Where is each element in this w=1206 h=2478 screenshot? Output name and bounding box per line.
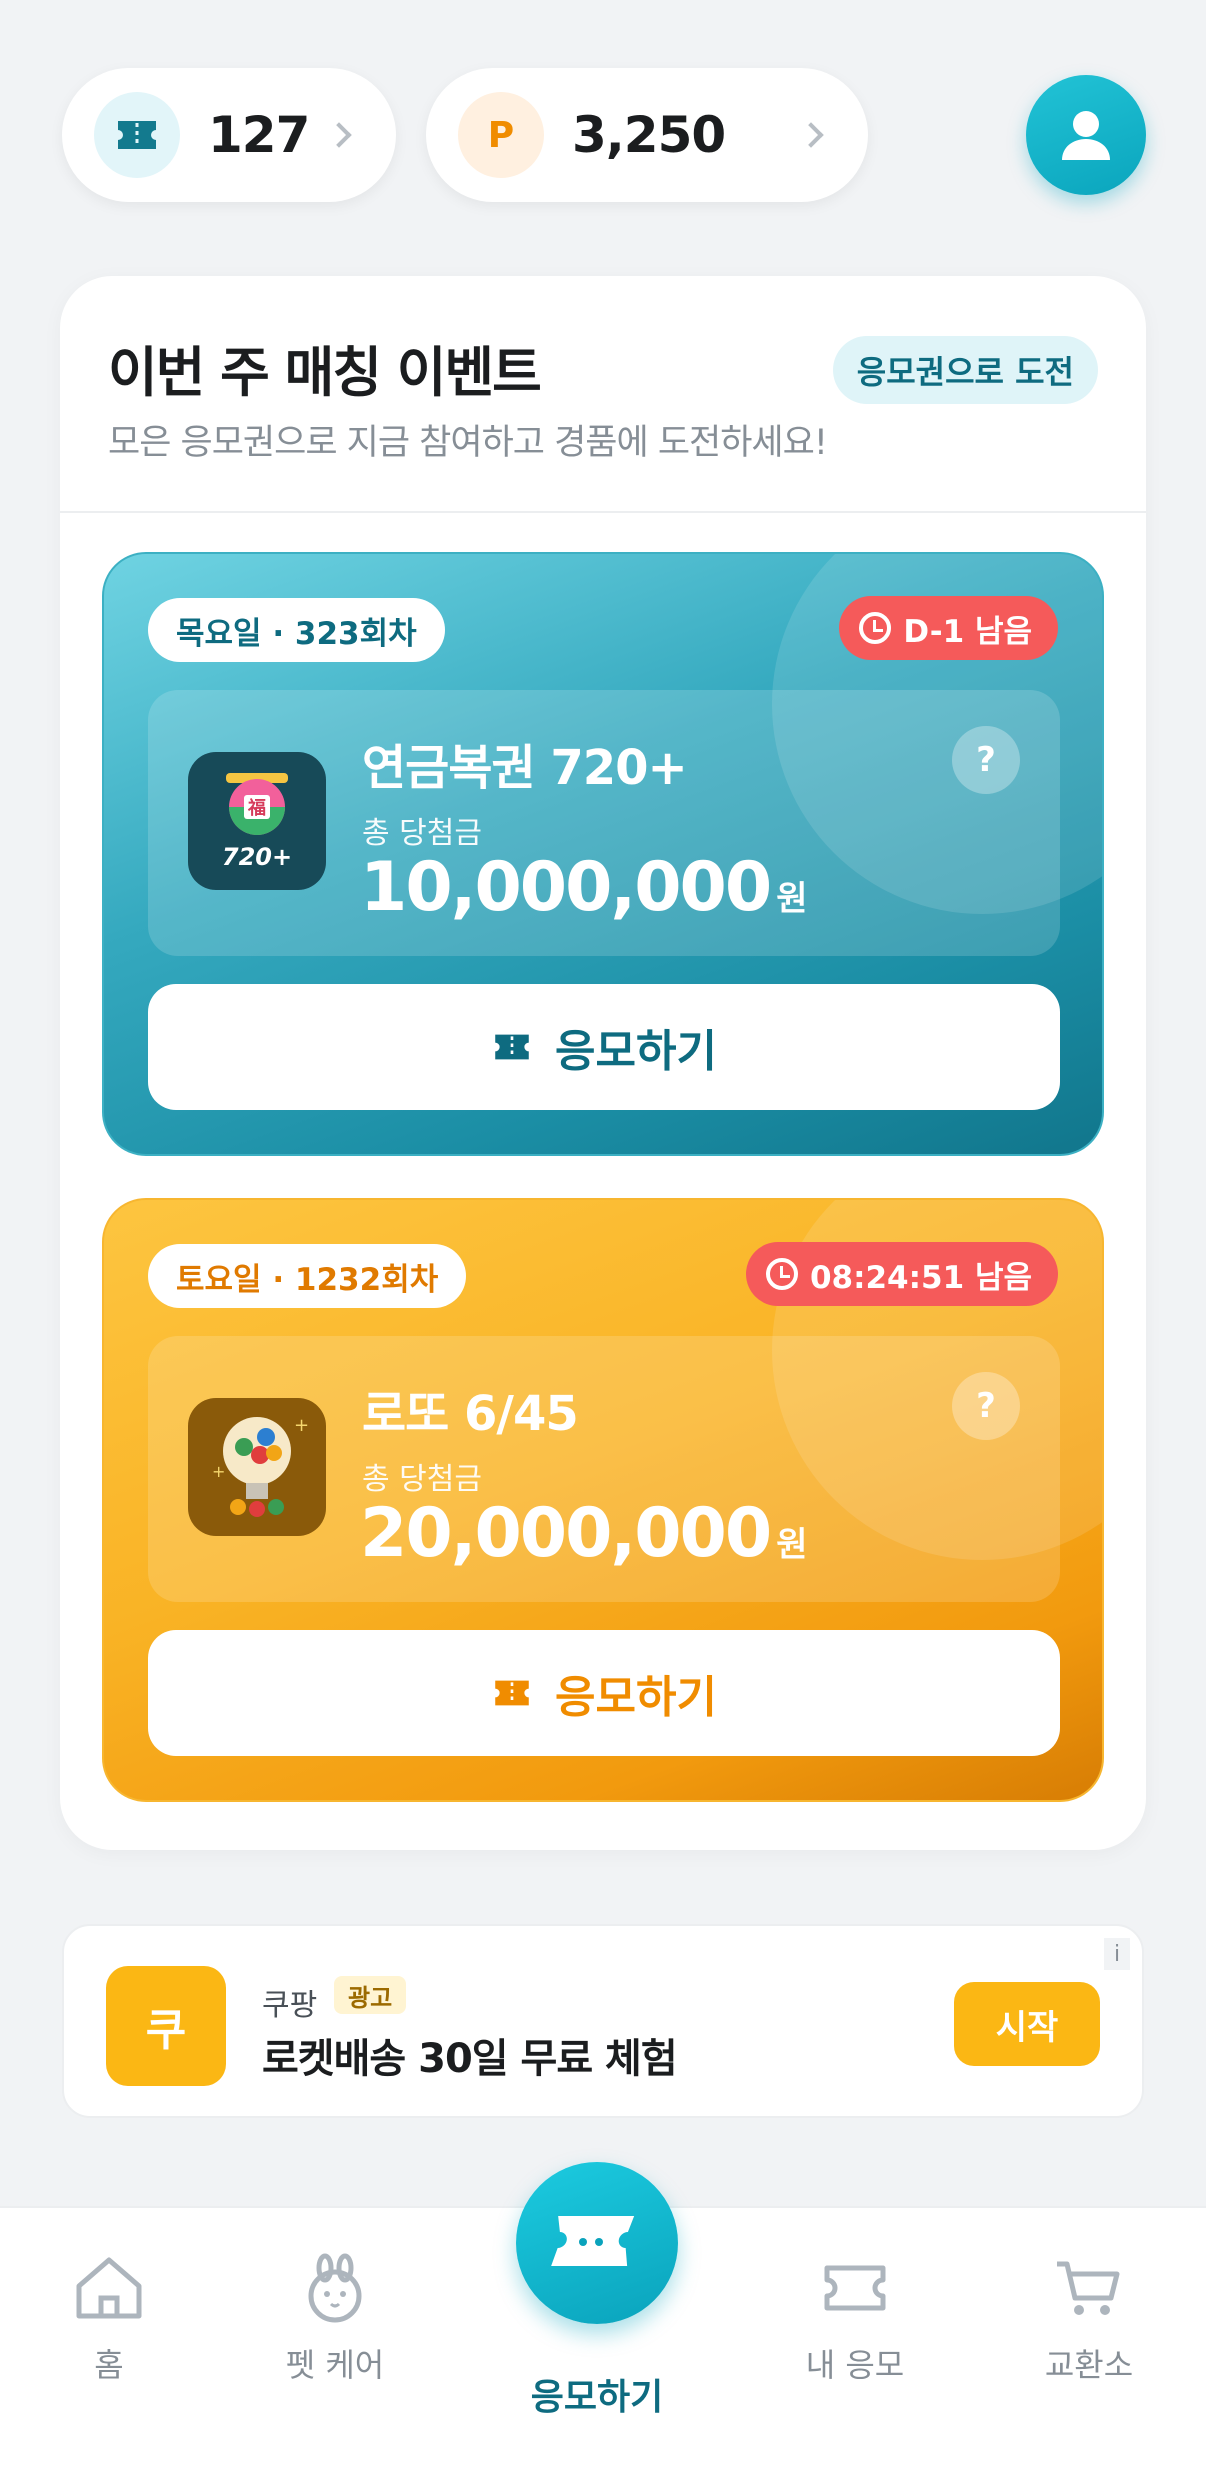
nav-home-label: 홈 [94, 2346, 124, 2384]
user-icon [1062, 111, 1110, 160]
lottery-info-box: + + 로또 6/45 총 당첨금 20,000,000 원 ? [148, 1336, 1060, 1602]
nav-pet-label: 펫 케어 [285, 2346, 385, 2384]
point-count: 3,250 [572, 106, 726, 164]
nav-home[interactable]: 홈 [14, 2252, 204, 2386]
remaining-time-text: 08:24:51 남음 [809, 1259, 1032, 1296]
chevron-right-icon [798, 122, 824, 148]
divider [60, 511, 1146, 513]
nav-my-label: 내 응모 [805, 2346, 905, 2384]
prize-value: 10,000,000 [360, 848, 772, 927]
ad-text: 로켓배송 30일 무료 체험 [262, 2036, 678, 2082]
prize-value: 20,000,000 [360, 1494, 772, 1573]
lotto645-apply-button[interactable]: 응모하기 [148, 1630, 1060, 1756]
nav-exchange[interactable]: 교환소 [994, 2252, 1184, 2386]
chevron-right-icon [326, 122, 352, 148]
remaining-time-badge: D-1 남음 [839, 596, 1058, 660]
remaining-time-text: D-1 남음 [903, 613, 1032, 650]
point-icon: P [458, 92, 544, 178]
ad-banner[interactable]: 쿠 쿠팡 광고 로켓배송 30일 무료 체험 시작 i [62, 1924, 1144, 2118]
ticket-icon [94, 92, 180, 178]
ad-info-icon[interactable]: i [1104, 1938, 1130, 1970]
remaining-time-badge: 08:24:51 남음 [745, 1242, 1058, 1306]
draw-day-badge: 토요일 · 1232회차 [148, 1244, 467, 1308]
pet-icon [308, 2253, 362, 2323]
svg-text:+: + [294, 1415, 309, 1436]
lotto645-logo: + + [188, 1398, 326, 1536]
ticket-outline-icon [824, 2265, 886, 2311]
event-challenge-badge[interactable]: 응모권으로 도전 [832, 336, 1098, 404]
ticket-icon [551, 2216, 635, 2266]
prize-unit: 원 [776, 1525, 807, 1565]
pension-apply-button[interactable]: 응모하기 [148, 984, 1060, 1110]
ad-brand: 쿠팡 [262, 1988, 318, 2023]
prize-label: 총 당첨금 [362, 816, 482, 851]
lottery-info-box: 福 720+ 연금복권 720+ 총 당첨금 10,000,000 원 ? [148, 690, 1060, 956]
nav-apply-label: 응모하기 [530, 2377, 664, 2418]
ticket-icon [495, 1034, 529, 1060]
ticket-count: 127 [208, 106, 310, 164]
ticket-icon [495, 1680, 529, 1706]
bottom-nav: 홈 펫 케어 응모하기 내 응모 교환소 [0, 2162, 1206, 2478]
top-bar: 127 P 3,250 [62, 68, 1146, 204]
logo-text: 720+ [222, 843, 292, 871]
apply-label: 응모하기 [555, 1672, 717, 1723]
help-button[interactable]: ? [952, 1372, 1020, 1440]
lottery-name: 로또 6/45 [362, 1386, 579, 1442]
help-button[interactable]: ? [952, 726, 1020, 794]
prize-amount: 10,000,000 원 [360, 848, 807, 927]
prize-unit: 원 [776, 879, 807, 919]
ticket-balance-button[interactable]: 127 [62, 68, 396, 202]
svg-text:+: + [212, 1462, 225, 1481]
profile-button[interactable] [1026, 75, 1146, 195]
prize-amount: 20,000,000 원 [360, 1494, 807, 1573]
nav-pet-care[interactable]: 펫 케어 [240, 2252, 430, 2386]
event-title: 이번 주 매칭 이벤트 [108, 341, 542, 404]
ad-tag: 광고 [334, 1976, 407, 2014]
ad-logo: 쿠 [106, 1966, 226, 2086]
clock-icon [859, 612, 892, 644]
pension-lottery-card: 목요일 · 323회차 D-1 남음 福 720+ 연금복권 720+ 총 당첨… [102, 552, 1104, 1156]
nav-apply-center-button[interactable] [516, 2162, 678, 2324]
weekly-event-card: 이번 주 매칭 이벤트 응모권으로 도전 모은 응모권으로 지금 참여하고 경품… [60, 276, 1146, 1850]
lottery-name: 연금복권 720+ [362, 740, 688, 796]
prize-label: 총 당첨금 [362, 1462, 482, 1497]
event-subtitle: 모은 응모권으로 지금 참여하고 경품에 도전하세요! [108, 423, 828, 463]
point-balance-button[interactable]: P 3,250 [426, 68, 868, 202]
clock-icon [765, 1258, 798, 1290]
draw-day-badge: 목요일 · 323회차 [148, 598, 445, 662]
nav-exchange-label: 교환소 [1044, 2346, 1134, 2384]
lotto645-card: 토요일 · 1232회차 08:24:51 남음 + + 로또 6/45 총 당… [102, 1198, 1104, 1802]
nav-my-entries[interactable]: 내 응모 [760, 2252, 950, 2386]
cart-icon [1057, 2261, 1120, 2315]
ad-start-button[interactable]: 시작 [954, 1982, 1100, 2066]
apply-label: 응모하기 [555, 1026, 717, 1077]
home-icon [76, 2257, 142, 2319]
pension-lottery-logo: 福 720+ [188, 752, 326, 890]
logo-char: 福 [247, 797, 266, 819]
